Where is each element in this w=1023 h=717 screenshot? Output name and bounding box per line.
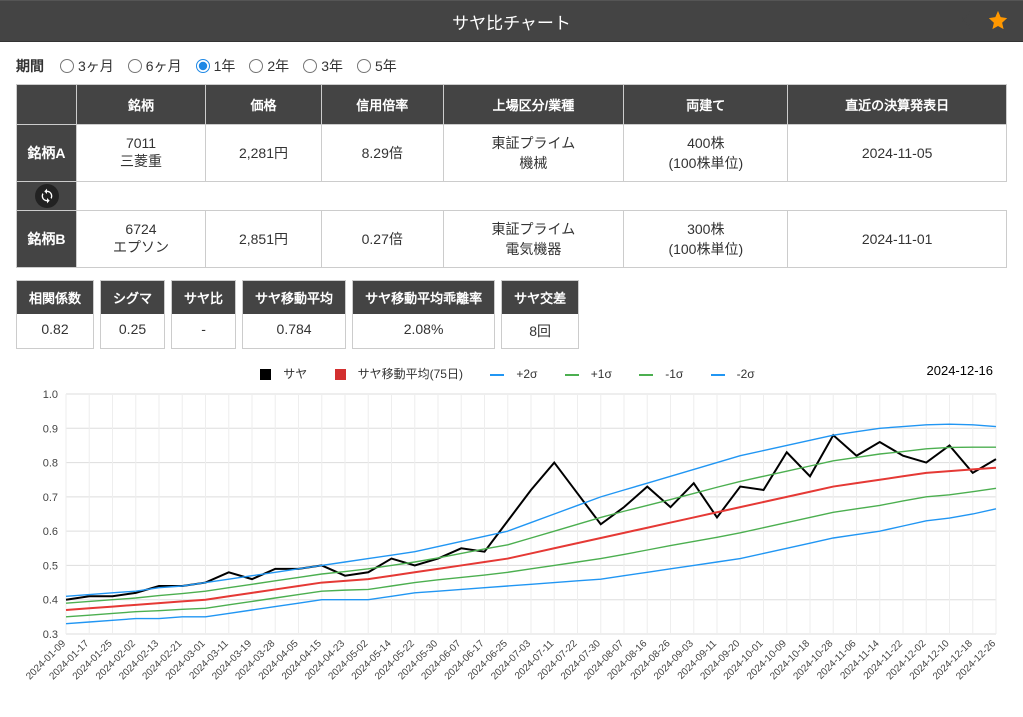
page-title: サヤ比チャート	[452, 9, 571, 34]
period-label: 期間	[16, 56, 44, 76]
stock-b[interactable]: 6724 エプソン	[77, 211, 206, 268]
svg-text:0.8: 0.8	[43, 458, 58, 470]
page-header: サヤ比チャート	[0, 0, 1023, 42]
period-option-2年[interactable]: 2年	[249, 56, 289, 76]
row-label-b: 銘柄B	[17, 211, 77, 268]
period-radio-group: 3ヶ月 6ヶ月 1年 2年 3年 5年	[60, 56, 411, 76]
metrics-row: 相関係数0.82シグマ0.25サヤ比-サヤ移動平均0.784サヤ移動平均乖離率2…	[0, 268, 1023, 353]
table-header: 価格	[205, 85, 321, 125]
table-header: 信用倍率	[321, 85, 443, 125]
legend-saya: サヤ	[283, 367, 307, 381]
period-option-6ヶ月[interactable]: 6ヶ月	[128, 56, 182, 76]
earnings-b: 2024-11-01	[788, 211, 1007, 268]
svg-text:0.7: 0.7	[43, 492, 58, 504]
header-icons	[955, 9, 1009, 34]
metric-サヤ移動平均乖離率: サヤ移動平均乖離率2.08%	[352, 280, 495, 349]
earnings-a: 2024-11-05	[788, 125, 1007, 182]
lots-a: 400株 (100株単位)	[624, 125, 788, 182]
line-chart[interactable]: 0.30.40.50.60.70.80.91.02024-01-092024-0…	[16, 384, 1006, 704]
lots-b: 300株 (100株単位)	[624, 211, 788, 268]
table-header: 直近の決算発表日	[788, 85, 1007, 125]
swap-cell	[17, 182, 77, 211]
market-a: 東証プライム 機械	[443, 125, 624, 182]
period-option-3ヶ月[interactable]: 3ヶ月	[60, 56, 114, 76]
legend-m2s: -2σ	[737, 367, 755, 381]
market-b: 東証プライム 電気機器	[443, 211, 624, 268]
table-row-a: 銘柄A 7011 三菱重 2,281円 8.29倍 東証プライム 機械 400株…	[17, 125, 1007, 182]
table-header: 上場区分/業種	[443, 85, 624, 125]
row-label-a: 銘柄A	[17, 125, 77, 182]
margin-b: 0.27倍	[321, 211, 443, 268]
chart-date: 2024-12-16	[927, 363, 994, 378]
period-controls: 期間 3ヶ月 6ヶ月 1年 2年 3年 5年	[0, 42, 1023, 84]
metric-シグマ: シグマ0.25	[100, 280, 165, 349]
legend-ma: サヤ移動平均(75日)	[358, 367, 463, 381]
stock-table: 銘柄価格信用倍率上場区分/業種両建て直近の決算発表日 銘柄A 7011 三菱重 …	[16, 84, 1007, 268]
svg-text:0.4: 0.4	[43, 595, 58, 607]
legend-p2s: +2σ	[516, 367, 537, 381]
legend-m1s: -1σ	[665, 367, 683, 381]
share-icon[interactable]	[955, 9, 977, 34]
corner-blank	[17, 85, 77, 125]
svg-text:0.6: 0.6	[43, 526, 58, 538]
table-header: 銘柄	[77, 85, 206, 125]
margin-a: 8.29倍	[321, 125, 443, 182]
period-option-1年[interactable]: 1年	[196, 56, 236, 76]
metric-サヤ交差: サヤ交差8回	[501, 280, 579, 349]
chart-legend: サヤ サヤ移動平均(75日) +2σ +1σ -1σ -2σ	[16, 359, 1007, 384]
table-header: 両建て	[624, 85, 788, 125]
chart-area: サヤ サヤ移動平均(75日) +2σ +1σ -1σ -2σ 2024-12-1…	[0, 353, 1023, 717]
table-row-b: 銘柄B 6724 エプソン 2,851円 0.27倍 東証プライム 電気機器 3…	[17, 211, 1007, 268]
swap-row	[17, 182, 1007, 211]
price-a: 2,281円	[205, 125, 321, 182]
svg-text:0.5: 0.5	[43, 560, 58, 572]
legend-p1s: +1σ	[591, 367, 612, 381]
star-icon[interactable]	[987, 9, 1009, 34]
svg-text:1.0: 1.0	[43, 389, 58, 401]
stock-a[interactable]: 7011 三菱重	[77, 125, 206, 182]
price-b: 2,851円	[205, 211, 321, 268]
metric-サヤ比: サヤ比-	[171, 280, 236, 349]
svg-text:0.3: 0.3	[43, 629, 58, 641]
svg-text:0.9: 0.9	[43, 423, 58, 435]
metric-相関係数: 相関係数0.82	[16, 280, 94, 349]
metric-サヤ移動平均: サヤ移動平均0.784	[242, 280, 346, 349]
swap-button[interactable]	[35, 184, 59, 208]
period-option-5年[interactable]: 5年	[357, 56, 397, 76]
period-option-3年[interactable]: 3年	[303, 56, 343, 76]
